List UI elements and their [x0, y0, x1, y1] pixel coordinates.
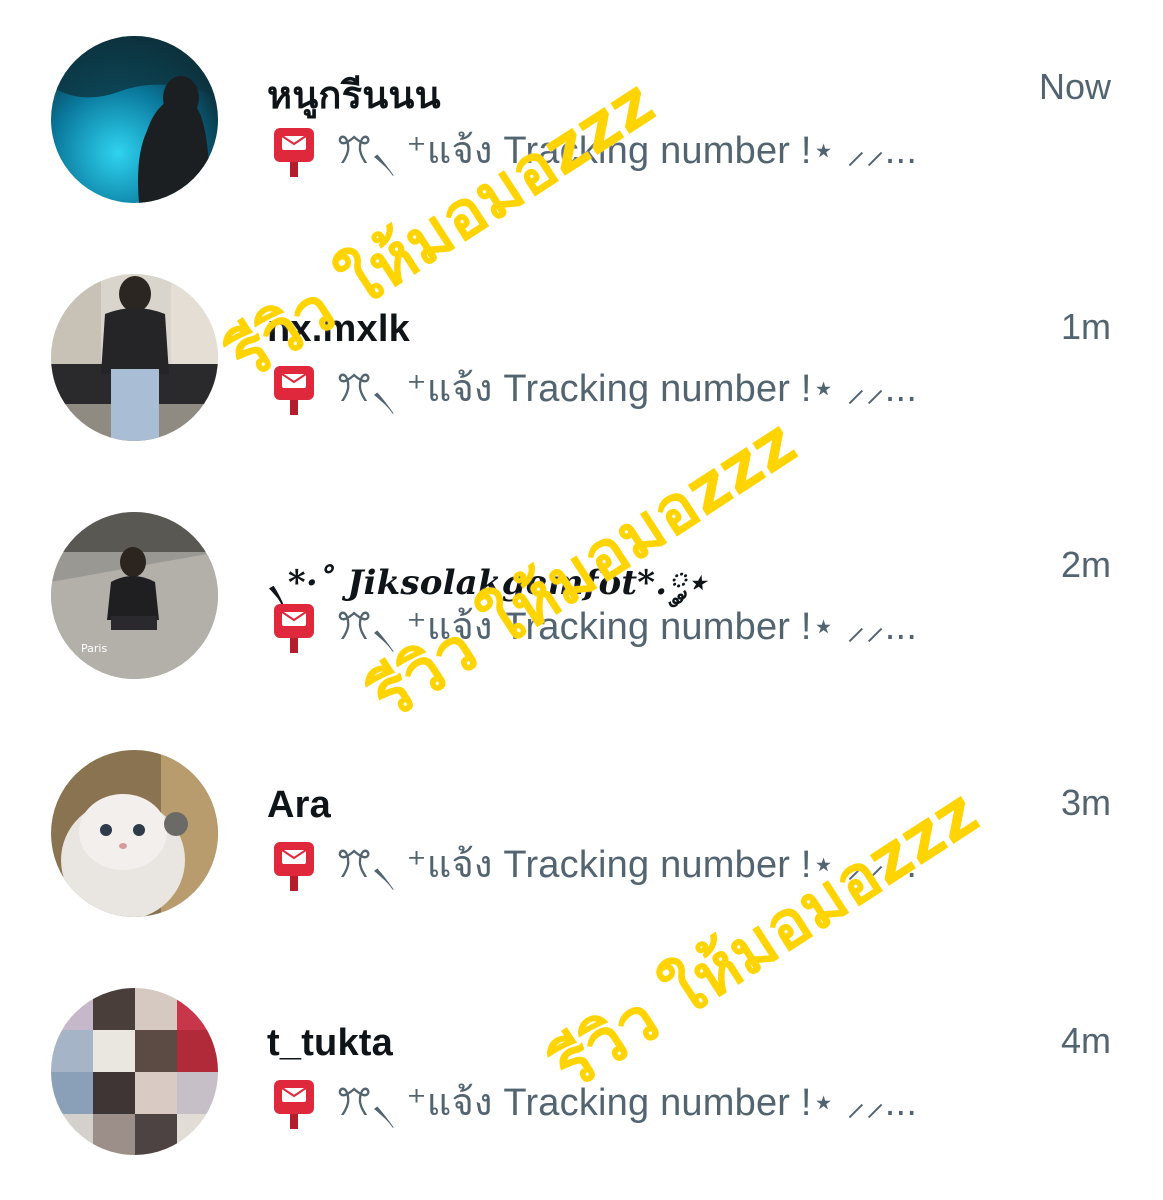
postbox-icon — [270, 839, 318, 893]
postbox-icon — [270, 363, 318, 417]
display-name: Ara — [267, 784, 331, 826]
message-preview: ꔫ৲ ⁺แจ้ง Tracking number !⋆ ⸝⸝... — [270, 362, 917, 418]
avatar[interactable] — [51, 36, 218, 203]
conversation-row[interactable]: nx.mxlk 1m ꔫ৲ ⁺แจ้ง Tracking number !⋆ ⸝… — [0, 238, 1163, 476]
message-preview: ꔫ৲ ⁺แจ้ง Tracking number !⋆ ⸝⸝... — [270, 124, 917, 180]
display-name: nx.mxlk — [267, 308, 410, 350]
avatar[interactable]: Paris — [51, 512, 218, 679]
preview-text: ꔫ৲ ⁺แจ้ง Tracking number !⋆ ⸝⸝... — [336, 130, 918, 172]
conversation-row[interactable]: หนูกรีนนน Now ꔫ৲ ⁺แจ้ง Tracking number !… — [0, 0, 1163, 238]
message-preview: ꔫ৲ ⁺แจ้ง Tracking number !⋆ ⸝⸝... — [270, 600, 917, 656]
avatar[interactable] — [51, 988, 218, 1155]
message-preview: ꔫ৲ ⁺แจ้ง Tracking number !⋆ ⸝⸝... — [270, 1076, 917, 1132]
conversation-row[interactable]: Paris ৲*·˚ Jiksolakgemfot*.༘⋆ 2m ꔫ৲ ⁺แจ้… — [0, 476, 1163, 714]
preview-text: ꔫ৲ ⁺แจ้ง Tracking number !⋆ ⸝⸝... — [336, 606, 918, 648]
avatar[interactable] — [51, 274, 218, 441]
preview-text: ꔫ৲ ⁺แจ้ง Tracking number !⋆ ⸝⸝... — [336, 1082, 918, 1124]
postbox-icon — [270, 601, 318, 655]
preview-text: ꔫ৲ ⁺แจ้ง Tracking number !⋆ ⸝⸝... — [336, 368, 918, 410]
display-name: หนูกรีนนน — [267, 75, 441, 117]
conversation-row[interactable]: Ara 3m ꔫ৲ ⁺แจ้ง Tracking number !⋆ ⸝⸝... — [0, 714, 1163, 952]
message-preview: ꔫ৲ ⁺แจ้ง Tracking number !⋆ ⸝⸝... — [270, 838, 917, 894]
conversation-row[interactable]: t_tukta 4m ꔫ৲ ⁺แจ้ง Tracking number !⋆ ⸝… — [0, 952, 1163, 1190]
timestamp: 2m — [1060, 544, 1111, 585]
preview-text: ꔫ৲ ⁺แจ้ง Tracking number !⋆ ⸝⸝... — [336, 844, 918, 886]
timestamp: Now — [1038, 66, 1111, 107]
postbox-icon — [270, 1077, 318, 1131]
display-name: t_tukta — [267, 1022, 393, 1064]
message-list: หนูกรีนนน Now ꔫ৲ ⁺แจ้ง Tracking number !… — [0, 0, 1163, 1200]
postbox-icon — [270, 125, 318, 179]
timestamp: 4m — [1060, 1020, 1111, 1061]
timestamp: 1m — [1060, 306, 1111, 347]
avatar[interactable] — [51, 750, 218, 917]
svg-text:Paris: Paris — [81, 642, 107, 655]
timestamp: 3m — [1060, 782, 1111, 823]
